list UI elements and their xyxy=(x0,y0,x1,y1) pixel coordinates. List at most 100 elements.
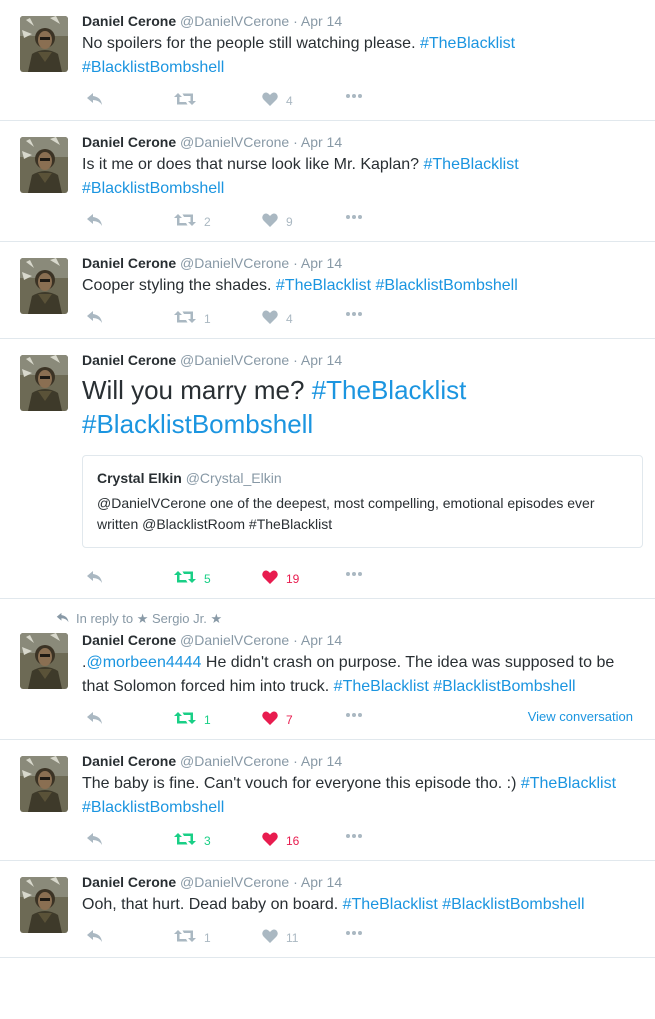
hashtag-link[interactable]: #BlacklistBombshell xyxy=(82,59,224,76)
reply-button[interactable] xyxy=(86,711,104,728)
reply-button[interactable] xyxy=(86,929,104,946)
tweet-text-segment: Will you marry me? xyxy=(82,375,312,405)
avatar[interactable] xyxy=(20,258,68,314)
like-button[interactable]: 4 xyxy=(262,310,293,327)
tweet-date[interactable]: · Apr 14 xyxy=(293,753,342,769)
like-button[interactable]: 16 xyxy=(262,832,299,849)
more-button[interactable] xyxy=(346,312,364,316)
tweet[interactable]: In reply to ★ Sergio Jr. ★ Daniel Cerone… xyxy=(0,599,655,740)
view-conversation-link[interactable]: View conversation xyxy=(528,709,633,724)
author-name[interactable]: Daniel Cerone xyxy=(82,134,176,150)
tweet-actions: 1 11 xyxy=(82,917,643,957)
heart-icon xyxy=(262,832,278,849)
avatar[interactable] xyxy=(20,137,68,193)
retweet-button[interactable]: 2 xyxy=(174,213,211,230)
tweet-header: Daniel Cerone @DanielVCerone · Apr 14 xyxy=(82,254,643,272)
hashtag-link[interactable]: #TheBlacklist xyxy=(424,156,519,173)
author-name[interactable]: Daniel Cerone xyxy=(82,352,176,368)
retweet-button[interactable]: 3 xyxy=(174,832,211,849)
tweet-date[interactable]: · Apr 14 xyxy=(293,352,342,368)
like-button[interactable]: 11 xyxy=(262,929,298,946)
reply-context-icon xyxy=(56,611,70,627)
hashtag-link[interactable]: #BlacklistBombshell xyxy=(433,678,575,695)
avatar[interactable] xyxy=(20,877,68,933)
tweet-date[interactable]: · Apr 14 xyxy=(293,874,342,890)
author-name[interactable]: Daniel Cerone xyxy=(82,632,176,648)
tweet-text-segment: Cooper styling the shades. xyxy=(82,277,276,294)
hashtag-link[interactable]: #TheBlacklist xyxy=(420,35,515,52)
tweet[interactable]: Daniel Cerone @DanielVCerone · Apr 14 Ooh… xyxy=(0,861,655,958)
like-button[interactable]: 19 xyxy=(262,570,299,587)
tweet[interactable]: Daniel Cerone @DanielVCerone · Apr 14 Coo… xyxy=(0,242,655,339)
tweet-text-segment: The baby is fine. Can't vouch for everyo… xyxy=(82,775,521,792)
heart-icon xyxy=(262,711,278,728)
avatar[interactable] xyxy=(20,16,68,72)
more-button[interactable] xyxy=(346,713,364,717)
author-handle[interactable]: @DanielVCerone xyxy=(180,874,289,890)
hashtag-link[interactable]: #TheBlacklist xyxy=(343,896,438,913)
retweet-button[interactable] xyxy=(174,92,204,109)
avatar[interactable] xyxy=(20,355,68,411)
more-button[interactable] xyxy=(346,834,364,838)
author-name[interactable]: Daniel Cerone xyxy=(82,13,176,29)
more-dots-icon xyxy=(346,931,350,935)
tweet-date[interactable]: · Apr 14 xyxy=(293,632,342,648)
hashtag-link[interactable]: #BlacklistBombshell xyxy=(82,180,224,197)
more-button[interactable] xyxy=(346,572,364,576)
mention-link[interactable]: @morbeen4444 xyxy=(86,654,201,671)
tweet-text: .@morbeen4444 He didn't crash on purpose… xyxy=(82,651,643,699)
author-handle[interactable]: @DanielVCerone xyxy=(180,352,289,368)
avatar[interactable] xyxy=(20,756,68,812)
more-button[interactable] xyxy=(346,215,364,219)
more-button[interactable] xyxy=(346,931,364,935)
reply-button[interactable] xyxy=(86,570,104,587)
author-handle[interactable]: @DanielVCerone xyxy=(180,13,289,29)
heart-icon xyxy=(262,570,278,587)
author-handle[interactable]: @DanielVCerone xyxy=(180,134,289,150)
reply-icon xyxy=(86,711,104,728)
author-handle[interactable]: @DanielVCerone xyxy=(180,753,289,769)
author-handle[interactable]: @DanielVCerone xyxy=(180,632,289,648)
hashtag-link[interactable]: #BlacklistBombshell xyxy=(82,409,313,439)
hashtag-link[interactable]: #TheBlacklist xyxy=(276,277,371,294)
quoted-tweet[interactable]: Crystal Elkin @Crystal_Elkin @DanielVCero… xyxy=(82,455,643,548)
retweet-icon xyxy=(174,711,196,728)
author-name[interactable]: Daniel Cerone xyxy=(82,753,176,769)
tweet-date[interactable]: · Apr 14 xyxy=(293,134,342,150)
tweet-text: Cooper styling the shades. #TheBlacklist… xyxy=(82,274,643,298)
tweet-date[interactable]: · Apr 14 xyxy=(293,13,342,29)
like-button[interactable]: 9 xyxy=(262,213,293,230)
tweet[interactable]: Daniel Cerone @DanielVCerone · Apr 14 Is … xyxy=(0,121,655,242)
tweet-actions: 29 xyxy=(82,201,643,241)
reply-button[interactable] xyxy=(86,832,104,849)
like-button[interactable]: 7 xyxy=(262,711,293,728)
retweet-button[interactable]: 1 xyxy=(174,929,211,946)
retweet-button[interactable]: 5 xyxy=(174,570,211,587)
tweet-actions: 1 7 View conversation xyxy=(82,699,643,739)
reply-button[interactable] xyxy=(86,310,104,327)
hashtag-link[interactable]: #TheBlacklist xyxy=(334,678,429,695)
hashtag-link[interactable]: #BlacklistBombshell xyxy=(82,799,224,816)
hashtag-link[interactable]: #BlacklistBombshell xyxy=(442,896,584,913)
retweet-button[interactable]: 1 xyxy=(174,310,211,327)
like-button[interactable]: 4 xyxy=(262,92,293,109)
author-name[interactable]: Daniel Cerone xyxy=(82,874,176,890)
hashtag-link[interactable]: #TheBlacklist xyxy=(312,375,467,405)
avatar[interactable] xyxy=(20,633,68,689)
tweet[interactable]: Daniel Cerone @DanielVCerone · Apr 14 The… xyxy=(0,740,655,861)
tweet[interactable]: Daniel Cerone @DanielVCerone · Apr 14 Wil… xyxy=(0,339,655,599)
heart-icon xyxy=(262,929,278,946)
author-handle[interactable]: @DanielVCerone xyxy=(180,255,289,271)
tweet-date[interactable]: · Apr 14 xyxy=(293,255,342,271)
more-button[interactable] xyxy=(346,94,364,98)
tweet[interactable]: Daniel Cerone @DanielVCerone · Apr 14 No … xyxy=(0,0,655,121)
reply-context[interactable]: In reply to ★ Sergio Jr. ★ xyxy=(56,611,643,627)
hashtag-link[interactable]: #TheBlacklist xyxy=(521,775,616,792)
reply-button[interactable] xyxy=(86,213,104,230)
reply-button[interactable] xyxy=(86,92,104,109)
heart-icon xyxy=(262,310,278,327)
hashtag-link[interactable]: #BlacklistBombshell xyxy=(376,277,518,294)
retweet-button[interactable]: 1 xyxy=(174,711,211,728)
author-name[interactable]: Daniel Cerone xyxy=(82,255,176,271)
tweet-text-segment: Ooh, that hurt. Dead baby on board. xyxy=(82,896,343,913)
